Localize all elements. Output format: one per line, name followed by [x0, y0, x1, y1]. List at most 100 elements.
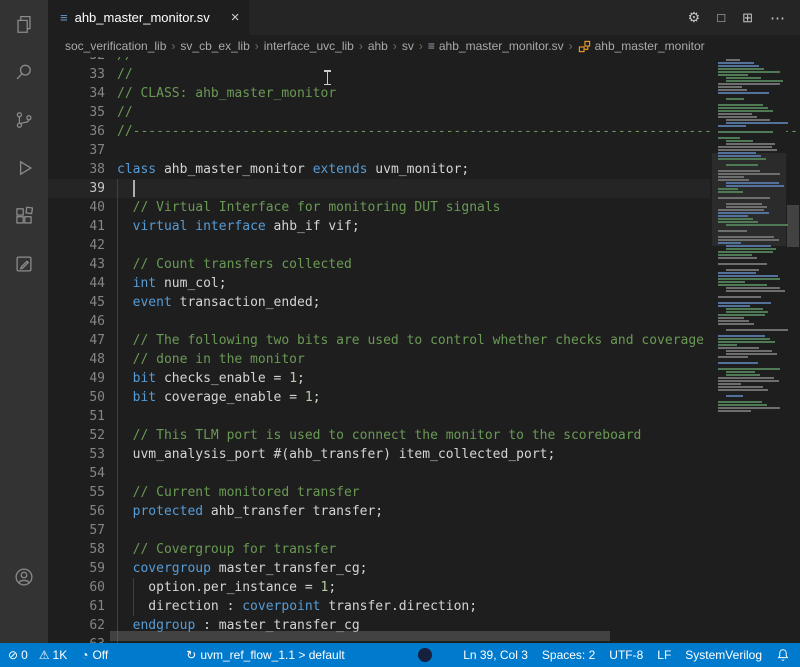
line-number[interactable]: 44 — [48, 274, 105, 293]
extensions-icon[interactable] — [0, 192, 48, 240]
line-number[interactable]: 62 — [48, 616, 105, 635]
code-line[interactable]: 43 // Count transfers collected — [48, 255, 710, 274]
line-number[interactable]: 33 — [48, 65, 105, 84]
line-number[interactable]: 57 — [48, 521, 105, 540]
vertical-scrollbar[interactable] — [786, 57, 800, 643]
line-number[interactable]: 61 — [48, 597, 105, 616]
account-icon[interactable] — [0, 553, 48, 601]
code-line[interactable]: 60 option.per_instance = 1; — [48, 578, 710, 597]
line-number[interactable]: 39 — [48, 179, 105, 198]
close-tab-icon[interactable]: × — [231, 9, 240, 26]
code-line[interactable]: 56 protected ahb_transfer transfer; — [48, 502, 710, 521]
code-line[interactable]: 36//------------------------------------… — [48, 122, 710, 141]
meter-status[interactable]: ◔ Off — [81, 648, 108, 662]
record-indicator[interactable] — [418, 648, 432, 662]
line-number[interactable]: 37 — [48, 141, 105, 160]
line-number[interactable]: 54 — [48, 464, 105, 483]
minimap[interactable] — [712, 57, 786, 643]
line-number[interactable]: 34 — [48, 84, 105, 103]
breadcrumb-item-file[interactable]: ≡ ahb_master_monitor.sv — [428, 39, 564, 53]
layout-icon[interactable]: □ — [717, 10, 725, 25]
code-line[interactable]: 58 // Covergroup for transfer — [48, 540, 710, 559]
line-number[interactable]: 53 — [48, 445, 105, 464]
run-debug-icon[interactable] — [0, 144, 48, 192]
line-number[interactable]: 59 — [48, 559, 105, 578]
eol-status[interactable]: LF — [657, 648, 671, 662]
line-number[interactable]: 63 — [48, 635, 105, 643]
uvm-flow-status[interactable]: ↻ uvm_ref_flow_1.1 > default — [186, 648, 344, 662]
line-number[interactable]: 32 — [48, 57, 105, 65]
breadcrumb-item[interactable]: interface_uvc_lib — [264, 39, 354, 53]
split-editor-icon[interactable]: ⊞ — [742, 10, 753, 26]
code-line[interactable]: 59 covergroup master_transfer_cg; — [48, 559, 710, 578]
search-icon[interactable] — [0, 48, 48, 96]
code-line[interactable]: 38class ahb_master_monitor extends uvm_m… — [48, 160, 710, 179]
explorer-icon[interactable] — [0, 0, 48, 48]
code-line[interactable]: 49 bit checks_enable = 1; — [48, 369, 710, 388]
line-number[interactable]: 36 — [48, 122, 105, 141]
language-mode[interactable]: SystemVerilog — [685, 648, 762, 662]
code-line[interactable]: 34// CLASS: ahb_master_monitor — [48, 84, 710, 103]
breadcrumb-item[interactable]: soc_verification_lib — [65, 39, 166, 53]
code-line[interactable]: 35// — [48, 103, 710, 122]
breadcrumb-item[interactable]: sv_cb_ex_lib — [180, 39, 249, 53]
encoding-status[interactable]: UTF-8 — [609, 648, 643, 662]
line-number[interactable]: 52 — [48, 426, 105, 445]
line-number[interactable]: 50 — [48, 388, 105, 407]
code-line[interactable]: 51 — [48, 407, 710, 426]
code-line[interactable]: 54 — [48, 464, 710, 483]
line-number[interactable]: 47 — [48, 331, 105, 350]
breadcrumb-item[interactable]: sv — [402, 39, 414, 53]
vertical-scrollbar-thumb[interactable] — [787, 205, 799, 247]
code-line[interactable]: 32// — [48, 57, 710, 65]
code-line[interactable]: 53 uvm_analysis_port #(ahb_transfer) ite… — [48, 445, 710, 464]
code-line[interactable]: 37 — [48, 141, 710, 160]
code-line[interactable]: 45 event transaction_ended; — [48, 293, 710, 312]
line-number[interactable]: 55 — [48, 483, 105, 502]
settings-gear-icon[interactable]: ⚙ — [688, 9, 701, 26]
more-actions-icon[interactable]: ⋯ — [770, 9, 785, 27]
code-line[interactable]: 48 // done in the monitor — [48, 350, 710, 369]
line-number[interactable]: 43 — [48, 255, 105, 274]
tab-ahb-master-monitor[interactable]: ≡ ahb_master_monitor.sv × — [48, 0, 249, 35]
line-number[interactable]: 60 — [48, 578, 105, 597]
line-number[interactable]: 35 — [48, 103, 105, 122]
code-line[interactable]: 61 direction : coverpoint transfer.direc… — [48, 597, 710, 616]
sync-icon: ↻ — [186, 649, 196, 661]
activity-bar — [0, 0, 48, 643]
breadcrumb-item-symbol[interactable]: ahb_master_monitor — [578, 39, 705, 53]
line-number[interactable]: 58 — [48, 540, 105, 559]
problems-indicator[interactable]: ⊘ 0 ⚠ 1K — [8, 648, 67, 662]
code-line[interactable]: 44 int num_col; — [48, 274, 710, 293]
code-line[interactable]: 46 — [48, 312, 710, 331]
line-number[interactable]: 41 — [48, 217, 105, 236]
code-line[interactable]: 55 // Current monitored transfer — [48, 483, 710, 502]
line-number[interactable]: 46 — [48, 312, 105, 331]
editor[interactable]: 32//33//34// CLASS: ahb_master_monitor35… — [48, 57, 800, 643]
cursor-position[interactable]: Ln 39, Col 3 — [463, 648, 528, 662]
breadcrumb-item[interactable]: ahb — [368, 39, 388, 53]
notifications-bell-icon[interactable] — [776, 648, 790, 662]
horizontal-scrollbar[interactable] — [110, 631, 610, 641]
indentation-status[interactable]: Spaces: 2 — [542, 648, 595, 662]
code-line[interactable]: 42 — [48, 236, 710, 255]
code-line[interactable]: 39 — [48, 179, 710, 198]
line-number[interactable]: 38 — [48, 160, 105, 179]
code-line[interactable]: 57 — [48, 521, 710, 540]
line-number[interactable]: 51 — [48, 407, 105, 426]
line-number[interactable]: 42 — [48, 236, 105, 255]
line-number[interactable]: 45 — [48, 293, 105, 312]
line-number[interactable]: 40 — [48, 198, 105, 217]
code-line[interactable]: 33// — [48, 65, 710, 84]
line-number[interactable]: 56 — [48, 502, 105, 521]
code-line[interactable]: 50 bit coverage_enable = 1; — [48, 388, 710, 407]
source-control-icon[interactable] — [0, 96, 48, 144]
code-line[interactable]: 47 // The following two bits are used to… — [48, 331, 710, 350]
edit-pencil-icon[interactable] — [0, 240, 48, 288]
line-number[interactable]: 48 — [48, 350, 105, 369]
code-lines[interactable]: 32//33//34// CLASS: ahb_master_monitor35… — [48, 57, 710, 643]
code-line[interactable]: 52 // This TLM port is used to connect t… — [48, 426, 710, 445]
code-line[interactable]: 41 virtual interface ahb_if vif; — [48, 217, 710, 236]
code-line[interactable]: 40 // Virtual Interface for monitoring D… — [48, 198, 710, 217]
line-number[interactable]: 49 — [48, 369, 105, 388]
